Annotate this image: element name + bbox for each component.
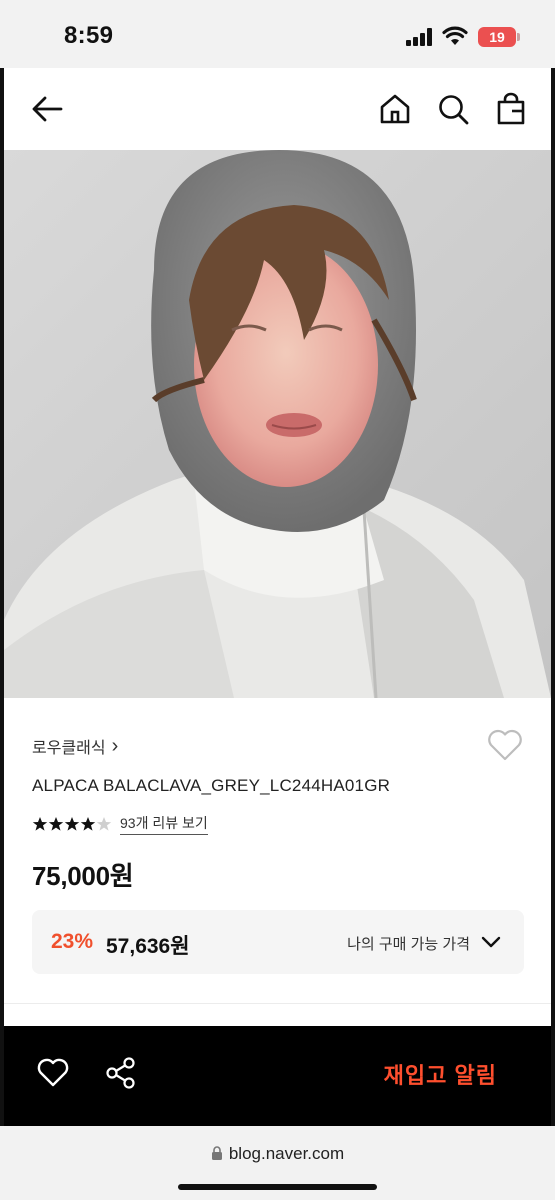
url-display[interactable]: blog.naver.com	[0, 1144, 555, 1164]
star-rating-icons	[32, 817, 112, 831]
discount-rate: 23%	[51, 930, 94, 953]
home-indicator	[178, 1184, 377, 1190]
divider	[4, 1003, 551, 1004]
brand-name: 로우클래식	[32, 740, 106, 757]
top-navigation	[4, 68, 551, 150]
benefit-label: 나의 구매 가능 가격	[347, 936, 470, 953]
cellular-signal-icon	[406, 28, 432, 46]
battery-level: 19	[489, 29, 505, 45]
heart-icon[interactable]	[486, 728, 524, 762]
product-photo-illustration	[4, 150, 551, 698]
lock-icon	[211, 1146, 222, 1160]
chevron-right-icon: ›	[111, 735, 119, 757]
status-time: 8:59	[64, 22, 114, 49]
back-arrow-icon[interactable]	[30, 92, 64, 126]
restock-alert-button[interactable]: 재입고 알림	[384, 1058, 497, 1090]
home-icon[interactable]	[378, 92, 412, 126]
webview: 로우클래식 › ALPACA BALACLAVA_GREY_LC244HA01G…	[4, 68, 551, 1126]
url-text: blog.naver.com	[228, 1144, 345, 1163]
benefit-price: 57,636원	[106, 935, 190, 958]
shopping-bag-icon[interactable]	[494, 92, 528, 126]
status-bar: 8:59 19	[0, 0, 555, 68]
battery-indicator: 19	[478, 27, 516, 47]
product-image[interactable]	[4, 150, 551, 698]
brand-link[interactable]: 로우클래식 ›	[32, 734, 118, 758]
frame-edge-right	[551, 68, 555, 1126]
share-icon[interactable]	[104, 1056, 138, 1090]
heart-icon[interactable]	[36, 1056, 70, 1090]
browser-url-bar[interactable]: blog.naver.com	[0, 1126, 555, 1200]
bottom-action-bar: 재입고 알림	[4, 1026, 551, 1126]
search-icon[interactable]	[436, 92, 470, 126]
battery-cap	[517, 33, 520, 41]
chevron-down-icon	[481, 936, 501, 948]
review-link[interactable]: 93개 리뷰 보기	[120, 813, 208, 835]
product-name: ALPACA BALACLAVA_GREY_LC244HA01GR	[32, 776, 391, 795]
rating-row: 93개 리뷰 보기	[32, 813, 208, 835]
benefit-price-dropdown[interactable]: 23% 57,636원 나의 구매 가능 가격	[32, 910, 524, 974]
wifi-icon	[442, 26, 468, 45]
product-price: 75,000원	[32, 861, 134, 891]
rating-stars	[32, 816, 112, 832]
